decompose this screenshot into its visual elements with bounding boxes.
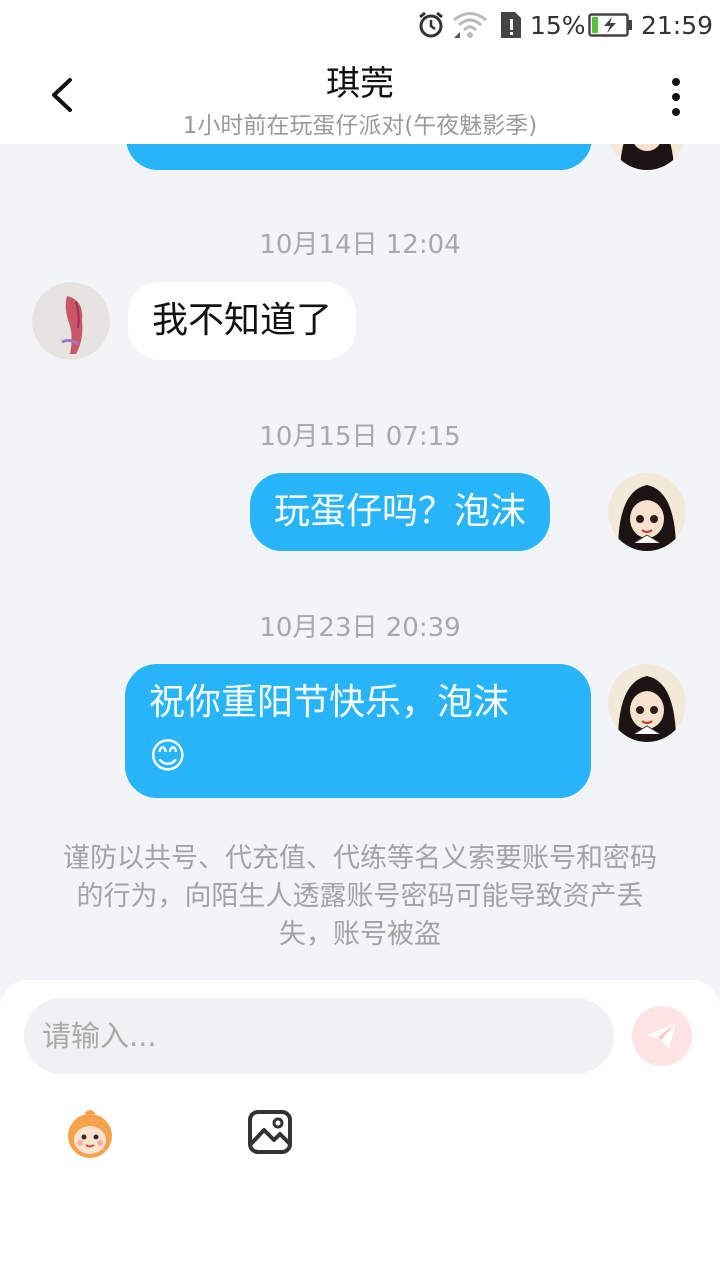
battery-percent: 15% [530,10,586,40]
send-paper-plane-icon [648,1023,676,1049]
composer-panel [0,980,720,1280]
vertical-dots-icon [672,78,680,116]
security-warning: 谨防以共号、代充值、代练等名义索要账号和密码的行为，向陌生人透露账号密码可能导致… [63,843,657,950]
image-icon [248,1110,292,1154]
contact-name: 琪莞 [326,64,394,104]
message-bubble-outgoing[interactable]: 玩蛋仔吗？泡沫 [250,473,551,551]
my-avatar[interactable] [608,664,686,742]
my-avatar[interactable] [608,473,686,551]
sticker-button[interactable] [62,1104,118,1160]
message-timestamp: 10月15日 07:15 [259,422,461,452]
message-bubble-outgoing[interactable]: 祝你重阳节快乐，泡沫 😊 [125,664,591,798]
message-input[interactable] [42,998,602,1074]
eggy-sticker-icon [68,1110,112,1158]
alarm-icon [416,8,446,42]
chat-header: 琪莞 1小时前在玩蛋仔派对(午夜魅影季) [0,50,720,144]
clock-time: 21:59 [641,10,714,40]
message-bubble-incoming[interactable]: 我不知道了 [128,282,357,360]
message-timestamp: 10月14日 12:04 [259,230,461,260]
contact-avatar[interactable] [32,282,110,360]
send-button[interactable] [632,1006,692,1066]
sim-alert-icon [497,8,525,42]
message-input-container[interactable] [24,998,614,1074]
smile-emoji-icon: 😊 [149,736,187,777]
my-avatar[interactable] [608,144,686,170]
image-picker-button[interactable] [242,1104,298,1160]
message-timestamp: 10月23日 20:39 [259,613,461,643]
battery-charging-icon [588,8,634,42]
message-text: 祝你重阳节快乐，泡沫 [149,682,510,723]
more-options-button[interactable] [664,76,688,118]
message-bubble-outgoing-cropped[interactable] [126,144,592,170]
message-list[interactable]: 10月14日 12:04 我不知道了 10月15日 07:15 玩蛋仔吗？泡沫 … [0,144,720,980]
wifi-icon [452,8,488,42]
contact-status: 1小时前在玩蛋仔派对(午夜魅影季) [182,113,538,139]
status-bar: 15% 21:59 [0,0,720,50]
